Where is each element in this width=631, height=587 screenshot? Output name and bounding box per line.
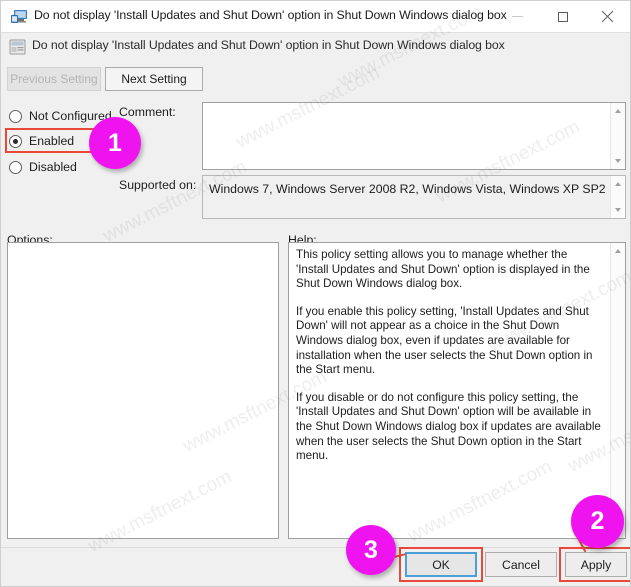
apply-button[interactable]: Apply [565,552,627,577]
help-paragraph: This policy setting allows you to manage… [296,248,590,291]
maximize-button[interactable] [540,1,585,32]
scroll-up-icon[interactable] [615,109,621,113]
supported-on-label: Supported on: [119,178,197,192]
scroll-up-icon[interactable] [615,249,621,253]
close-icon [601,10,614,23]
next-setting-button[interactable]: Next Setting [105,67,203,91]
help-text: This policy setting allows you to manage… [296,248,603,464]
help-panel: This policy setting allows you to manage… [288,242,626,539]
supported-on-value: Windows 7, Windows Server 2008 R2, Windo… [209,182,606,196]
radio-icon [9,109,22,123]
comment-label: Comment: [119,105,176,119]
group-policy-setting-window: Do not display 'Install Updates and Shut… [0,0,631,587]
scroll-down-icon[interactable] [615,208,621,212]
annotation-step-1: 1 [89,117,141,169]
help-scrollbar[interactable] [610,243,625,538]
supported-on-scrollbar[interactable] [610,176,625,218]
radio-icon [9,160,22,174]
minimize-button[interactable] [495,1,540,32]
radio-enabled[interactable]: Enabled [9,132,74,150]
help-paragraph: If you enable this policy setting, 'Inst… [296,304,593,377]
ok-button[interactable]: OK [405,552,477,577]
cancel-button[interactable]: Cancel [485,552,557,577]
radio-disabled[interactable]: Disabled [9,158,77,176]
comment-scrollbar[interactable] [610,103,625,169]
radio-not-configured[interactable]: Not Configured [9,107,112,125]
comment-input[interactable] [202,102,626,170]
options-panel[interactable] [7,242,279,539]
setting-title: Do not display 'Install Updates and Shut… [32,38,505,52]
scroll-up-icon[interactable] [615,182,621,186]
scroll-down-icon[interactable] [615,159,621,163]
minimize-icon [512,16,523,17]
footer-separator [1,547,630,548]
previous-setting-button[interactable]: Previous Setting [7,67,101,91]
radio-selected-icon [9,134,22,148]
annotation-step-3: 3 [346,525,396,575]
policy-setting-icon [11,10,27,23]
annotation-step-2: 2 [571,495,624,548]
maximize-icon [557,11,568,22]
radio-label-enabled: Enabled [29,134,75,148]
setting-header: Do not display 'Install Updates and Shut… [1,33,630,61]
window-title: Do not display 'Install Updates and Shut… [34,8,507,22]
radio-label-disabled: Disabled [29,160,77,174]
title-bar: Do not display 'Install Updates and Shut… [1,1,630,33]
help-paragraph: If you disable or do not configure this … [296,390,601,463]
group-policy-icon [9,39,26,55]
supported-on-field[interactable]: Windows 7, Windows Server 2008 R2, Windo… [202,175,626,219]
close-button[interactable] [585,1,630,32]
